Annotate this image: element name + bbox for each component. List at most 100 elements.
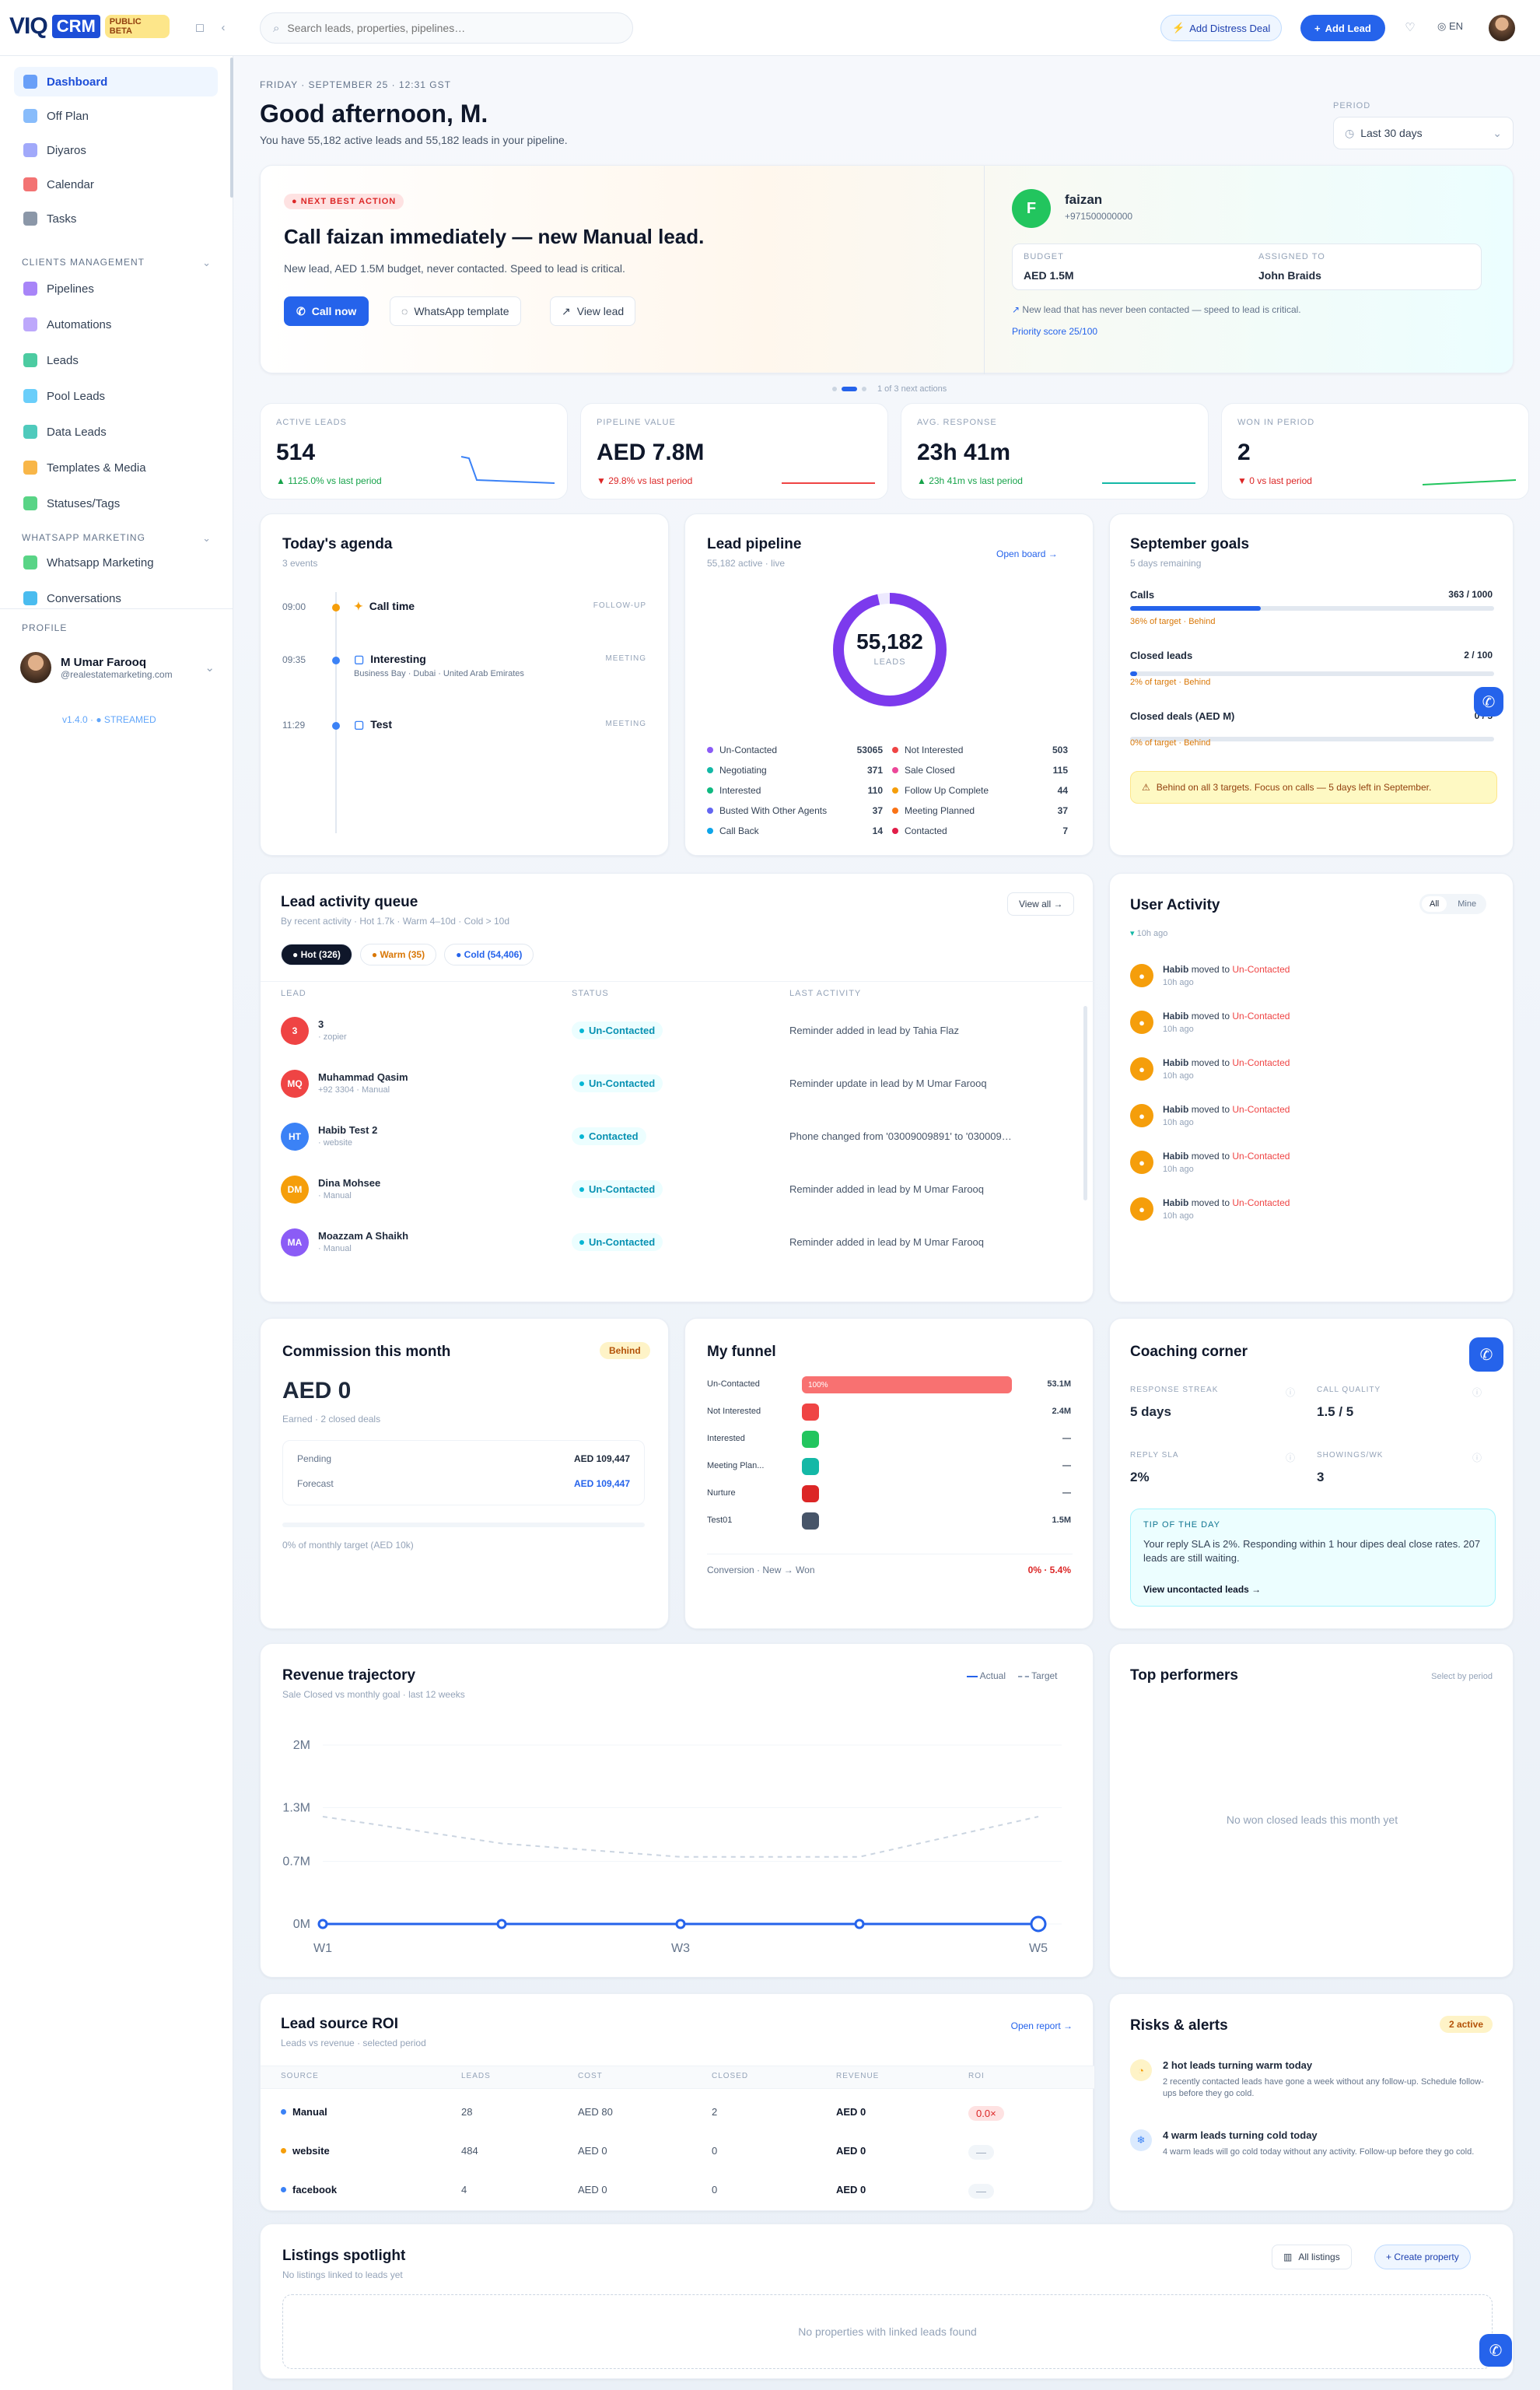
roi-source[interactable]: website	[281, 2145, 330, 2157]
col-status[interactable]: STATUS	[572, 989, 609, 998]
view-all-button[interactable]: View all →	[1007, 892, 1075, 916]
actual-point[interactable]	[1030, 1915, 1047, 1933]
call-fab[interactable]: ✆	[1474, 687, 1503, 717]
legend-item[interactable]: Call Back 14	[707, 825, 883, 836]
legend-item[interactable]: Contacted 7	[892, 825, 1068, 836]
lead-name[interactable]: Habib Test 2	[318, 1124, 377, 1136]
filter-hot[interactable]: ● Hot (326)	[281, 944, 352, 965]
add-distress-deal-button[interactable]: ⚡ Add Distress Deal	[1160, 15, 1283, 41]
legend-item[interactable]: Interested 110	[707, 785, 883, 796]
period-select[interactable]: ◷ Last 30 days ⌄	[1333, 117, 1514, 149]
roi-col-header[interactable]: SOURCE	[281, 2072, 319, 2080]
sidebar-item-data-leads[interactable]: Data Leads	[14, 417, 218, 447]
language-switcher[interactable]: ◎ EN	[1437, 20, 1463, 33]
call-fab[interactable]: ✆	[1469, 1337, 1503, 1372]
pin-icon[interactable]: ◻	[190, 17, 210, 37]
actual-point[interactable]	[675, 1919, 686, 1929]
sidebar-item-off-plan[interactable]: Off Plan	[14, 101, 218, 131]
pager-dot[interactable]	[862, 387, 866, 391]
filter-warm[interactable]: ● Warm (35)	[359, 944, 437, 965]
all-listings-button[interactable]: ▥ All listings	[1272, 2245, 1352, 2269]
legend-item[interactable]: Sale Closed 115	[892, 765, 1068, 776]
clients-section-header[interactable]: CLIENTS MANAGEMENT	[22, 257, 145, 268]
info-icon[interactable]: ⓘ	[1472, 1386, 1482, 1399]
roi-source[interactable]: facebook	[281, 2184, 337, 2196]
legend-item[interactable]: Busted With Other Agents 37	[707, 805, 883, 816]
risk-title[interactable]: 2 hot leads turning warm today	[1163, 2059, 1312, 2071]
sidebar-item-automations[interactable]: Automations	[14, 310, 218, 339]
info-icon[interactable]: ⓘ	[1286, 1451, 1295, 1464]
collapse-sidebar-icon[interactable]: ‹	[213, 17, 233, 37]
legend-item[interactable]: Follow Up Complete 44	[892, 785, 1068, 796]
filter-cold[interactable]: ● Cold (54,406)	[444, 944, 534, 965]
sidebar-item-calendar[interactable]: Calendar	[14, 170, 218, 199]
funnel-bar[interactable]	[802, 1512, 819, 1530]
brand-logo[interactable]: VIQ CRM PUBLIC BETA	[9, 11, 170, 42]
roi-col-header[interactable]: CLOSED	[712, 2072, 748, 2080]
snowflake-icon: ❄	[1130, 2129, 1152, 2151]
contact-name[interactable]: faizan	[1065, 192, 1102, 208]
legend-item[interactable]: Meeting Planned 37	[892, 805, 1068, 816]
lead-name[interactable]: Muhammad Qasim	[318, 1071, 408, 1083]
sidebar-item-templates-media[interactable]: Templates & Media	[14, 453, 218, 482]
notifications-icon[interactable]: ♡	[1400, 17, 1420, 37]
pager-dot-active[interactable]	[842, 387, 857, 391]
sidebar-item-whatsapp-marketing[interactable]: Whatsapp Marketing	[14, 548, 218, 577]
sidebar-item-pipelines[interactable]: Pipelines	[14, 274, 218, 303]
info-icon[interactable]: ⓘ	[1472, 1451, 1482, 1464]
whatsapp-section-header[interactable]: WHATSAPP MARKETING	[22, 532, 145, 543]
agenda-item-name: Test	[370, 718, 392, 731]
sidebar-item-statuses-tags[interactable]: Statuses/Tags	[14, 489, 218, 518]
tab-mine[interactable]: Mine	[1450, 896, 1484, 912]
funnel-bar[interactable]	[802, 1431, 819, 1448]
sidebar-item-leads[interactable]: Leads	[14, 345, 218, 375]
lead-name[interactable]: Moazzam A Shaikh	[318, 1230, 408, 1242]
roi-col-header[interactable]: REVENUE	[836, 2072, 879, 2080]
user-avatar[interactable]	[1489, 15, 1515, 41]
tip-link[interactable]: View uncontacted leads →	[1143, 1584, 1261, 1595]
chevron-down-icon[interactable]: ⌄	[202, 257, 211, 269]
performers-period-link[interactable]: Select by period	[1431, 1672, 1493, 1681]
legend-item[interactable]: Un-Contacted 53065	[707, 745, 883, 755]
profile-card[interactable]: M Umar Farooq @realestatemarketing.com ⌄	[20, 649, 215, 686]
add-lead-button[interactable]: + Add Lead	[1300, 15, 1385, 41]
lead-name[interactable]: Dina Mohsee	[318, 1177, 380, 1189]
sidebar-item-pool-leads[interactable]: Pool Leads	[14, 381, 218, 411]
funnel-bar[interactable]	[802, 1404, 819, 1421]
search-input[interactable]	[287, 22, 599, 34]
legend-item[interactable]: Not Interested 503	[892, 745, 1068, 755]
roi-col-header[interactable]: ROI	[968, 2072, 985, 2080]
open-board-link[interactable]: Open board →	[996, 548, 1058, 559]
coach-stat-label: REPLY SLA	[1130, 1451, 1179, 1460]
search-bar[interactable]: ⌕	[260, 12, 633, 44]
roi-col-header[interactable]: COST	[578, 2072, 603, 2080]
risk-title[interactable]: 4 warm leads turning cold today	[1163, 2129, 1318, 2141]
create-property-button[interactable]: + Create property	[1374, 2245, 1471, 2269]
tab-all[interactable]: All	[1422, 896, 1447, 912]
queue-scrollbar[interactable]	[1083, 1006, 1087, 1200]
lead-name[interactable]: 3	[318, 1018, 324, 1030]
actual-point[interactable]	[317, 1919, 328, 1929]
sidebar-item-diyaros[interactable]: Diyaros	[14, 135, 218, 165]
nba-pager[interactable]: 1 of 3 next actions	[832, 384, 947, 394]
chevron-down-icon[interactable]: ⌄	[202, 532, 211, 545]
open-report-link[interactable]: Open report →	[1011, 2020, 1073, 2031]
funnel-bar[interactable]	[802, 1458, 819, 1475]
col-lead[interactable]: LEAD	[281, 989, 306, 998]
roi-col-header[interactable]: LEADS	[461, 2072, 491, 2080]
legend-item[interactable]: Negotiating 371	[707, 765, 883, 776]
roi-source[interactable]: Manual	[281, 2106, 327, 2118]
info-icon[interactable]: ⓘ	[1286, 1386, 1295, 1399]
pager-dot[interactable]	[832, 387, 837, 391]
call-now-button[interactable]: ✆ Call now	[284, 296, 369, 326]
sidebar-item-tasks[interactable]: Tasks	[14, 204, 218, 233]
whatsapp-template-button[interactable]: ◌ WhatsApp template	[390, 296, 521, 326]
view-lead-button[interactable]: ↗ View lead	[550, 296, 636, 326]
call-fab-bottom[interactable]: ✆	[1479, 2334, 1512, 2367]
funnel-bar[interactable]	[802, 1485, 819, 1502]
funnel-bar[interactable]: 100%	[802, 1376, 1012, 1393]
actual-point[interactable]	[496, 1919, 507, 1929]
actual-point[interactable]	[854, 1919, 865, 1929]
sidebar-item-dashboard[interactable]: Dashboard	[14, 67, 218, 96]
col-last-activity[interactable]: LAST ACTIVITY	[789, 989, 861, 998]
